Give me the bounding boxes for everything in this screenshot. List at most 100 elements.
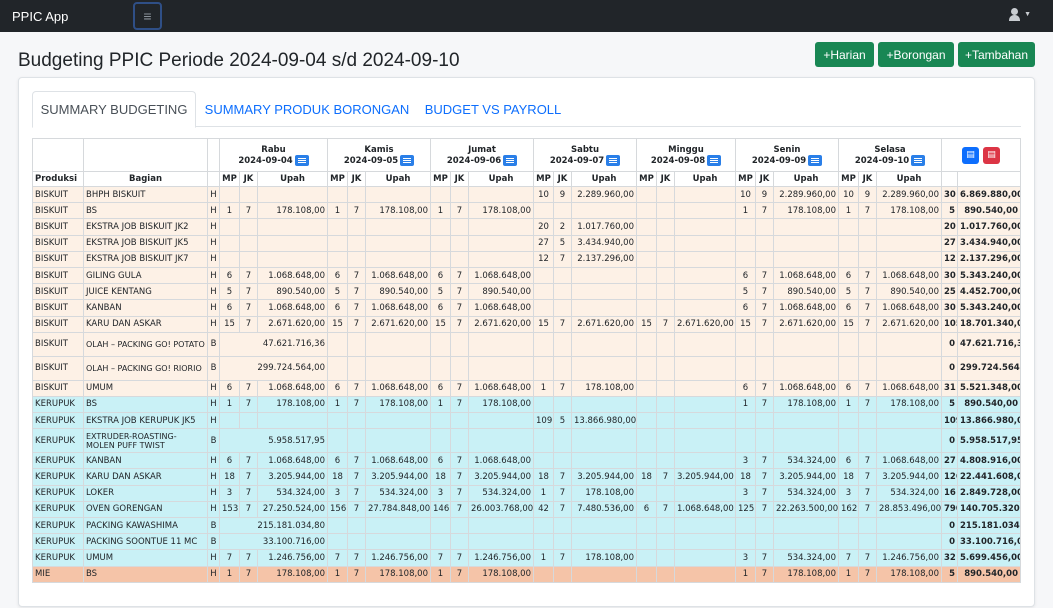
- cell-jk: 7: [239, 565, 258, 583]
- cell-mp: 10: [838, 185, 859, 204]
- cell-bagian: GILING GULA: [83, 266, 208, 285]
- cell-mp: 6: [430, 299, 451, 317]
- cell-jk: 7: [450, 452, 469, 470]
- cell-mp: 6: [735, 266, 756, 285]
- cell-empty: [773, 331, 839, 357]
- cell-type: H: [207, 565, 220, 583]
- cell-mp: 6: [838, 379, 859, 397]
- cell-mp: 18: [219, 468, 240, 486]
- table-row: KERUPUK UMUM H 7 7 1.246.756,00 7 7 1.246.756,00…: [32, 549, 1021, 567]
- cell-empty: [553, 355, 572, 381]
- export-pdf-button[interactable]: ▤: [983, 146, 1000, 164]
- cell-jk: [656, 218, 675, 236]
- cell-jk: 7: [347, 379, 366, 397]
- sidebar-toggle-button[interactable]: ≡: [133, 2, 162, 30]
- col-produksi: Produksi: [32, 171, 84, 187]
- cell-total-upah: 890.540,00: [957, 565, 1021, 583]
- calendar-icon[interactable]: [294, 154, 309, 166]
- cell-jk: [553, 565, 572, 583]
- cell-empty: [735, 533, 756, 551]
- cell-upah: 178.108,00: [257, 202, 328, 220]
- cell-upah: 1.068.648,00: [365, 299, 431, 317]
- add-borongan-button[interactable]: +Borongan: [878, 42, 954, 67]
- cell-jk: [553, 452, 572, 470]
- cell-empty: [755, 355, 774, 381]
- cell-upah: 178.108,00: [365, 395, 431, 414]
- cell-bagian: EKSTRA JOB KERUPUK JK5: [83, 412, 208, 430]
- cell-jk: 7: [450, 283, 469, 301]
- cell-empty: [430, 516, 451, 535]
- app-brand[interactable]: PPIC App: [12, 9, 68, 24]
- cell-mp: 7: [219, 549, 240, 567]
- cell-empty: [468, 516, 534, 535]
- cell-upah: 534.324,00: [876, 484, 942, 502]
- calendar-icon[interactable]: [911, 154, 926, 166]
- cell-upah: 534.324,00: [773, 452, 839, 470]
- cell-mp: [219, 250, 240, 268]
- add-harian-button[interactable]: +Harian: [815, 42, 874, 67]
- cell-upah: 2.137.296,00: [571, 250, 637, 268]
- day-date: 2024-09-06: [446, 155, 502, 166]
- cell-produksi: KERUPUK: [32, 452, 84, 470]
- calendar-icon[interactable]: [707, 154, 722, 166]
- cell-empty: [468, 428, 534, 454]
- cell-upah: 3.205.944,00: [773, 468, 839, 486]
- cell-empty: [347, 533, 366, 551]
- cell-jk: [755, 234, 774, 252]
- cell-total-upah: 299.724.564,00: [957, 355, 1021, 381]
- cell-produksi: KERUPUK: [32, 484, 84, 502]
- cell-mp: 15: [533, 315, 554, 333]
- cell-mp: 5: [327, 283, 348, 301]
- col-jk: JK: [553, 171, 572, 187]
- cell-bagian: BS: [83, 565, 208, 583]
- col-upah: Upah: [257, 171, 328, 187]
- cell-bagian: EKSTRA JOB BISKUIT JK2: [83, 218, 208, 236]
- cell-total-upah: 5.343.240,00: [957, 299, 1021, 317]
- user-menu[interactable]: ▼: [1009, 8, 1031, 21]
- cell-mp: 6: [735, 379, 756, 397]
- cell-mp: [636, 185, 657, 204]
- add-tambahan-button[interactable]: +Tambahan: [958, 42, 1035, 67]
- cell-mp: [533, 283, 554, 301]
- cell-upah: [365, 250, 431, 268]
- cell-empty: [674, 331, 736, 357]
- table-row: BISKUIT EKSTRA JOB BISKUIT JK5 H 27 5 3.434.9…: [32, 234, 1021, 252]
- tab-budget-vs-payroll[interactable]: BUDGET VS PAYROLL: [418, 91, 568, 127]
- cell-empty: [636, 516, 657, 535]
- budget-table-container[interactable]: Rabu 2024-09-04 Kamis 2024-09-05 Jumat 2024-0…: [32, 138, 1022, 608]
- tab-summary-budgeting[interactable]: SUMMARY BUDGETING: [32, 91, 196, 128]
- cell-empty: [636, 355, 657, 381]
- cell-empty: [674, 516, 736, 535]
- cell-empty: [656, 428, 675, 454]
- table-row: KERUPUK EXTRUDER-ROASTING-MOLEN PUFF TWIS…: [32, 428, 1021, 454]
- calendar-icon[interactable]: [808, 154, 823, 166]
- cell-empty: [365, 533, 431, 551]
- cell-empty: [674, 428, 736, 454]
- cell-type: B: [207, 355, 220, 381]
- navbar: PPIC App ≡ ▼: [0, 0, 1053, 32]
- table-row: KERUPUK PACKING SOONTUE 11 MC B 33.100.716,…: [32, 533, 1021, 551]
- cell-upah: [571, 283, 637, 301]
- cell-empty: [533, 355, 554, 381]
- cell-bagian: OLAH – PACKING GO! POTATO: [83, 331, 208, 357]
- col-jk: JK: [450, 171, 469, 187]
- day-name: Minggu: [668, 144, 704, 155]
- cell-jk: 7: [347, 395, 366, 414]
- calendar-icon[interactable]: [503, 154, 518, 166]
- cell-upah: 2.289.960,00: [571, 185, 637, 204]
- print-button[interactable]: ▤: [962, 146, 979, 164]
- cell-upah: 178.108,00: [365, 202, 431, 220]
- cell-total-upah: 3.434.940,00: [957, 234, 1021, 252]
- cell-empty: [858, 428, 877, 454]
- calendar-icon[interactable]: [606, 154, 621, 166]
- cell-empty: [365, 428, 431, 454]
- cell-mp: 3: [735, 452, 756, 470]
- calendar-icon[interactable]: [400, 154, 415, 166]
- cell-upah: 178.108,00: [257, 395, 328, 414]
- table-row: BISKUIT OLAH – PACKING GO! RIORIO B 299.724…: [32, 355, 1021, 381]
- cell-jk: 9: [755, 185, 774, 204]
- cell-bagian: KANBAN: [83, 299, 208, 317]
- tab-summary-produk-borongan[interactable]: SUMMARY PRODUK BORONGAN: [200, 91, 414, 127]
- cell-jk: 7: [239, 266, 258, 285]
- cell-mp: 6: [219, 266, 240, 285]
